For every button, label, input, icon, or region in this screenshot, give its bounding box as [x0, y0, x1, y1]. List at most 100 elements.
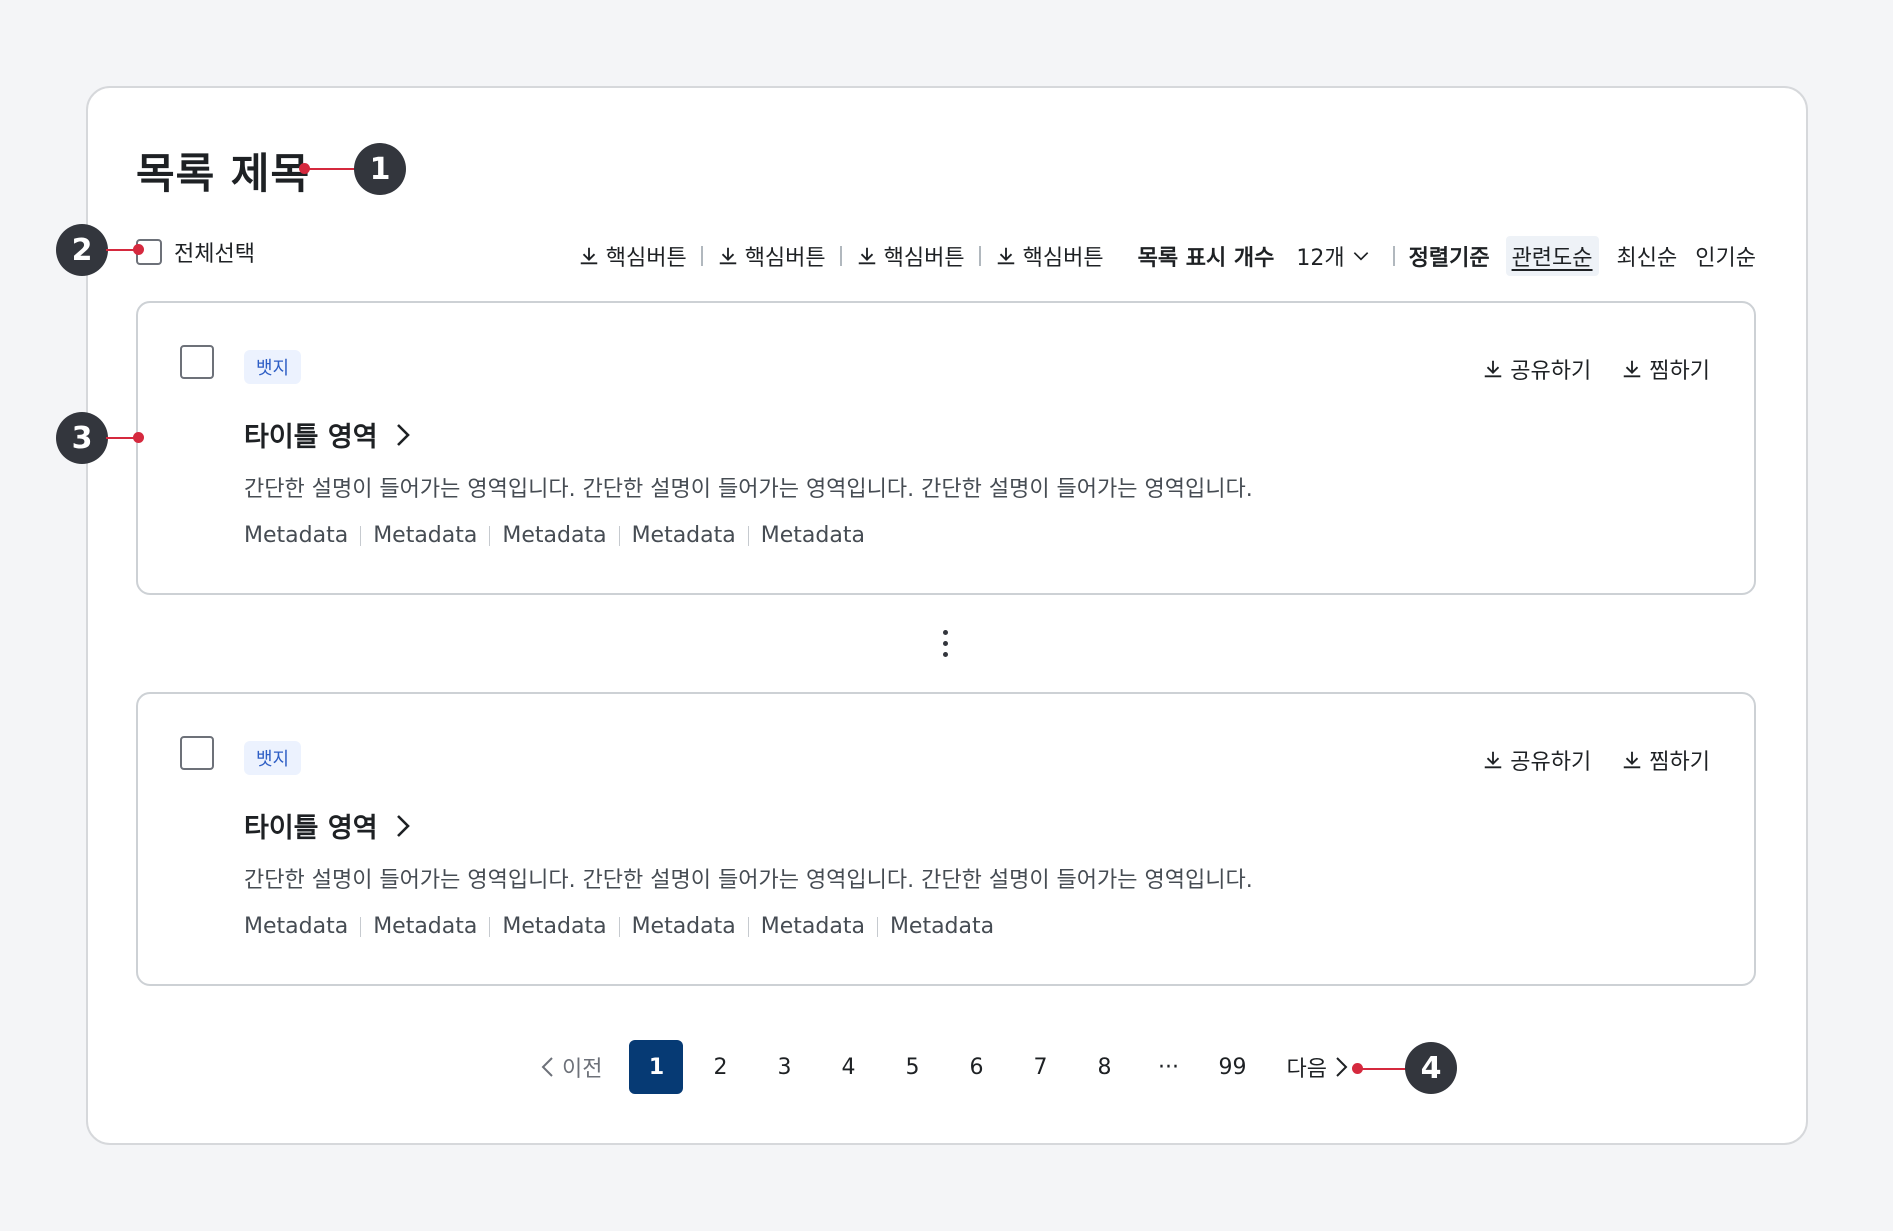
chevron-down-icon	[1353, 252, 1368, 261]
callout-2: 2	[56, 224, 108, 276]
next-page-button[interactable]: 다음	[1286, 1051, 1348, 1083]
sort-option-relevance[interactable]: 관련도순	[1505, 236, 1599, 276]
download-icon	[1485, 751, 1502, 769]
bookmark-label: 찜하기	[1649, 359, 1710, 384]
download-icon	[858, 247, 875, 265]
divider	[618, 525, 620, 546]
metadata-item: Metadata	[244, 914, 349, 939]
metadata-item: Metadata	[244, 523, 349, 548]
callout-leader-line	[1358, 1068, 1408, 1070]
metadata-item: Metadata	[760, 914, 865, 939]
display-count-select[interactable]: 12개	[1296, 240, 1370, 272]
core-button-label: 핵심버튼	[883, 246, 965, 271]
page-5-button[interactable]: 5	[885, 1040, 939, 1094]
divider	[747, 916, 749, 937]
metadata-item: Metadata	[631, 523, 736, 548]
card-metadata: Metadata Metadata Metadata Metadata Meta…	[244, 914, 994, 939]
page-99-button[interactable]: 99	[1205, 1040, 1259, 1094]
toolbar-tools: 핵심버튼 핵심버튼 핵심버튼 핵심버튼 목록 표시 개수 12개 정렬기준 관련…	[578, 236, 1756, 276]
list-card[interactable]: 뱃지 공유하기 찜하기 타이틀 영역 간단한 설명이 들어가는 영역입니다. 간…	[136, 692, 1756, 986]
core-button-4[interactable]: 핵심버튼	[995, 240, 1104, 272]
bookmark-label: 찜하기	[1649, 750, 1710, 775]
chevron-right-icon	[396, 814, 410, 837]
divider	[618, 916, 620, 937]
metadata-item: Metadata	[889, 914, 995, 939]
more-items-indicator	[943, 630, 949, 663]
divider	[876, 916, 878, 937]
card-checkbox[interactable]	[180, 345, 214, 379]
divider	[747, 525, 749, 546]
display-count-value: 12개	[1296, 246, 1345, 271]
share-label: 공유하기	[1510, 750, 1592, 775]
divider	[978, 246, 981, 266]
divider	[489, 525, 491, 546]
card-title-link[interactable]: 타이틀 영역	[244, 415, 414, 454]
page-3-button[interactable]: 3	[757, 1040, 811, 1094]
divider	[1392, 246, 1395, 266]
select-all-label: 전체선택	[174, 242, 255, 267]
metadata-item: Metadata	[502, 523, 607, 548]
metadata-item: Metadata	[373, 914, 478, 939]
card-title-link[interactable]: 타이틀 영역	[244, 806, 414, 845]
download-icon	[1485, 360, 1502, 378]
callout-leader-line	[304, 168, 356, 170]
download-icon	[1624, 360, 1641, 378]
card-title: 타이틀 영역	[244, 813, 378, 844]
core-button-1[interactable]: 핵심버튼	[578, 240, 687, 272]
chevron-left-icon	[541, 1057, 553, 1077]
list-card[interactable]: 뱃지 공유하기 찜하기 타이틀 영역 간단한 설명이 들어가는 영역입니다. 간…	[136, 301, 1756, 595]
display-count-label: 목록 표시 개수	[1137, 246, 1275, 271]
page-4-button[interactable]: 4	[821, 1040, 875, 1094]
next-page-label: 다음	[1286, 1057, 1327, 1082]
sort-label: 정렬기준	[1408, 246, 1490, 271]
download-icon	[1624, 751, 1641, 769]
select-all[interactable]: 전체선택	[136, 236, 255, 268]
callout-3: 3	[56, 412, 108, 464]
page-title: 목록 제목	[136, 149, 311, 198]
sort-option-latest[interactable]: 최신순	[1617, 240, 1678, 272]
prev-page-button[interactable]: 이전	[540, 1051, 602, 1083]
card-title: 타이틀 영역	[244, 422, 378, 453]
metadata-item: Metadata	[631, 914, 736, 939]
card-description: 간단한 설명이 들어가는 영역입니다. 간단한 설명이 들어가는 영역입니다. …	[244, 477, 1253, 502]
divider	[700, 246, 703, 266]
chevron-right-icon	[396, 423, 410, 446]
divider	[489, 916, 491, 937]
divider	[360, 916, 362, 937]
sort-option-popular[interactable]: 인기순	[1695, 240, 1756, 272]
core-button-label: 핵심버튼	[605, 246, 687, 271]
metadata-item: Metadata	[502, 914, 607, 939]
page-6-button[interactable]: 6	[949, 1040, 1003, 1094]
page-7-button[interactable]: 7	[1013, 1040, 1067, 1094]
metadata-item: Metadata	[373, 523, 478, 548]
download-icon	[997, 247, 1014, 265]
callout-dot	[1352, 1063, 1363, 1074]
callout-1: 1	[354, 143, 406, 195]
divider	[360, 525, 362, 546]
pagination: 이전 1 2 3 4 5 6 7 8 ··· 99 다음	[540, 1040, 1349, 1094]
download-icon	[580, 247, 597, 265]
card-metadata: Metadata Metadata Metadata Metadata Meta…	[244, 523, 865, 548]
list-toolbar: 전체선택 핵심버튼 핵심버튼 핵심버튼 핵심버튼 목록 표시 개수 12개 정렬…	[136, 232, 1756, 276]
download-icon	[719, 247, 736, 265]
metadata-item: Metadata	[760, 523, 865, 548]
share-label: 공유하기	[1510, 359, 1592, 384]
card-checkbox[interactable]	[180, 736, 214, 770]
badge: 뱃지	[244, 741, 302, 775]
core-button-2[interactable]: 핵심버튼	[717, 240, 826, 272]
callout-dot	[299, 163, 310, 174]
callout-dot	[133, 432, 144, 443]
page-8-button[interactable]: 8	[1077, 1040, 1131, 1094]
card-actions: 공유하기 찜하기	[1482, 744, 1710, 776]
page-2-button[interactable]: 2	[693, 1040, 747, 1094]
card-description: 간단한 설명이 들어가는 영역입니다. 간단한 설명이 들어가는 영역입니다. …	[244, 868, 1253, 893]
page-ellipsis: ···	[1157, 1054, 1179, 1080]
share-button[interactable]: 공유하기	[1482, 744, 1591, 776]
prev-page-label: 이전	[562, 1057, 603, 1082]
chevron-right-icon	[1336, 1057, 1348, 1077]
page-1-button[interactable]: 1	[629, 1040, 684, 1094]
bookmark-button[interactable]: 찜하기	[1621, 353, 1710, 385]
share-button[interactable]: 공유하기	[1482, 353, 1591, 385]
core-button-3[interactable]: 핵심버튼	[856, 240, 965, 272]
bookmark-button[interactable]: 찜하기	[1621, 744, 1710, 776]
